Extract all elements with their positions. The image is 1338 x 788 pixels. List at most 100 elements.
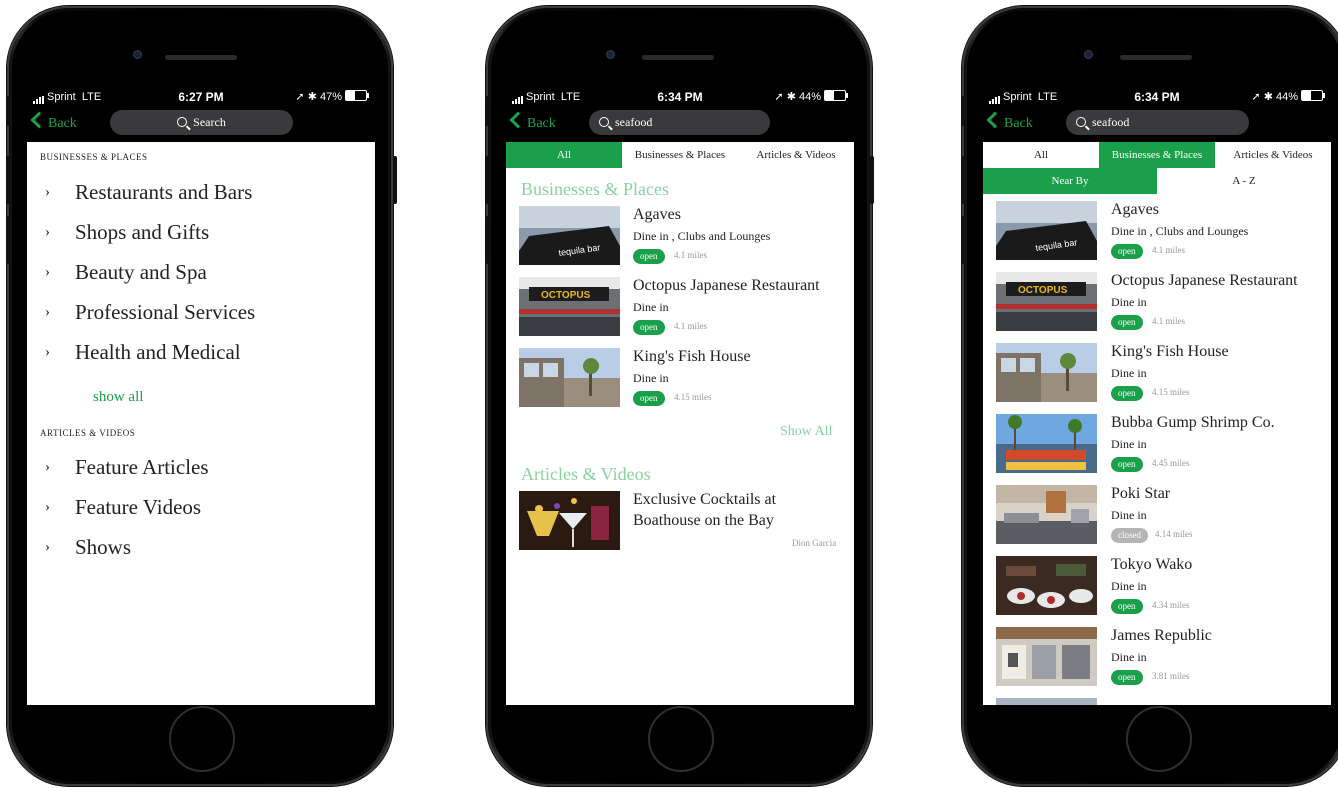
home-button[interactable] (169, 706, 235, 772)
chevron-right-icon: › (45, 184, 50, 200)
chevron-right-icon: › (45, 459, 50, 475)
distance: 4.34 miles (1152, 600, 1190, 610)
search-input[interactable]: seafood (589, 110, 770, 135)
tab-businesses[interactable]: Businesses & Places (622, 142, 738, 168)
volume-down-button (6, 216, 10, 264)
status-badge: open (633, 320, 665, 335)
result-title: James Republic (1111, 627, 1212, 644)
bluetooth-icon: ✱ (1263, 91, 1273, 103)
result-title: Poki Star (1111, 485, 1171, 502)
category-shops[interactable]: › Shops and Gifts (45, 220, 209, 245)
restaurant-photo (519, 348, 620, 407)
bluetooth-icon: ✱ (307, 91, 317, 103)
sort-tabs: Near By A - Z (983, 168, 1331, 194)
chevron-left-icon (986, 111, 1004, 129)
category-feature-videos[interactable]: › Feature Videos (45, 495, 201, 520)
status-bar: Sprint LTE 6:27 PM ➚ ✱ 47% (27, 84, 375, 110)
search-icon (177, 117, 188, 127)
chevron-left-icon (30, 111, 48, 129)
status-badge: open (1111, 386, 1143, 401)
distance: 4.14 miles (1155, 529, 1193, 539)
article-author: Dion Garcia (792, 538, 837, 548)
screen-browse: Sprint LTE 6:27 PM ➚ ✱ 47% Back Search B… (27, 84, 375, 705)
battery-icon (824, 90, 848, 101)
camera-icon (133, 50, 142, 59)
status-badge: open (1111, 457, 1143, 472)
home-button[interactable] (1126, 706, 1192, 772)
result-title: Tokyo Wako (1111, 556, 1193, 573)
back-button[interactable]: Back (509, 111, 556, 132)
search-icon (599, 117, 609, 127)
result-title: King's Fish House (1111, 343, 1229, 360)
content-area: BUSINESSES & PLACES › Restaurants and Bar… (27, 142, 375, 705)
tab-articles[interactable]: Articles & Videos (738, 142, 854, 168)
content-area: All Businesses & Places Articles & Video… (506, 142, 854, 705)
status-bar: Sprint LTE 6:34 PM ➚ ✱ 44% (506, 84, 854, 110)
category-professional[interactable]: › Professional Services (45, 300, 255, 325)
chevron-left-icon (509, 111, 527, 129)
restaurant-photo (996, 627, 1097, 686)
result-category: Dine in (1111, 508, 1147, 522)
volume-up-button (485, 156, 489, 204)
show-all-link[interactable]: show all (93, 389, 143, 406)
back-button[interactable]: Back (30, 111, 77, 132)
location-icon: ➚ (774, 91, 784, 103)
battery-icon (1301, 90, 1325, 101)
result-title: Octopus Japanese Restaurant (633, 277, 820, 294)
chevron-right-icon: › (45, 264, 50, 280)
category-feature-articles[interactable]: › Feature Articles (45, 455, 209, 480)
status-badge: open (633, 249, 665, 264)
status-badge: closed (1111, 528, 1148, 543)
nav-bar: Back Search (27, 110, 375, 142)
restaurant-photo: OCTOPUS (996, 272, 1097, 331)
tab-all[interactable]: All (506, 142, 622, 168)
restaurant-photo: tequila bar (996, 201, 1097, 260)
nav-bar: Back seafood (983, 110, 1331, 142)
tab-a-z[interactable]: A - Z (1157, 168, 1331, 194)
result-category: Dine in (633, 371, 669, 385)
status-badge: open (633, 391, 665, 406)
restaurant-photo (996, 556, 1097, 615)
section-heading: BUSINESSES & PLACES (40, 152, 148, 162)
tab-near-by[interactable]: Near By (983, 168, 1157, 194)
restaurant-photo (996, 414, 1097, 473)
distance: 4.1 miles (1152, 245, 1185, 255)
filter-tabs: All Businesses & Places Articles & Video… (983, 142, 1331, 168)
svg-text:OCTOPUS: OCTOPUS (541, 290, 591, 301)
distance: 4.15 miles (1152, 387, 1190, 397)
speaker-grille (1120, 55, 1192, 60)
status-badge: open (1111, 315, 1143, 330)
volume-up-button (961, 156, 965, 204)
category-beauty[interactable]: › Beauty and Spa (45, 260, 207, 285)
search-input[interactable]: seafood (1066, 110, 1249, 135)
back-button[interactable]: Back (986, 111, 1033, 132)
power-button (870, 156, 874, 204)
result-title: King's Fish House (633, 348, 751, 365)
category-shows[interactable]: › Shows (45, 535, 131, 560)
show-all-link[interactable]: Show All (780, 424, 833, 440)
category-restaurants[interactable]: › Restaurants and Bars (45, 180, 252, 205)
side-button (961, 96, 965, 126)
restaurant-photo (996, 698, 1097, 705)
chevron-right-icon: › (45, 224, 50, 240)
distance: 4.1 miles (674, 321, 707, 331)
search-input[interactable]: Search (110, 110, 293, 135)
search-icon (1076, 117, 1086, 127)
volume-down-button (961, 216, 965, 264)
result-title: Agaves (633, 206, 681, 223)
category-health[interactable]: › Health and Medical (45, 340, 241, 365)
filter-tabs: All Businesses & Places Articles & Video… (506, 142, 854, 168)
tab-businesses[interactable]: Businesses & Places (1099, 142, 1215, 168)
result-category: Dine in , Clubs and Lounges (633, 229, 771, 243)
tab-all[interactable]: All (983, 142, 1099, 168)
volume-down-button (485, 216, 489, 264)
chevron-right-icon: › (45, 304, 50, 320)
svg-text:OCTOPUS: OCTOPUS (1018, 285, 1068, 296)
status-badge: open (1111, 670, 1143, 685)
restaurant-photo: OCTOPUS (519, 277, 620, 336)
home-button[interactable] (648, 706, 714, 772)
tab-articles[interactable]: Articles & Videos (1215, 142, 1331, 168)
result-category: Dine in (1111, 650, 1147, 664)
result-title: Agaves (1111, 201, 1159, 218)
bluetooth-icon: ✱ (786, 91, 796, 103)
